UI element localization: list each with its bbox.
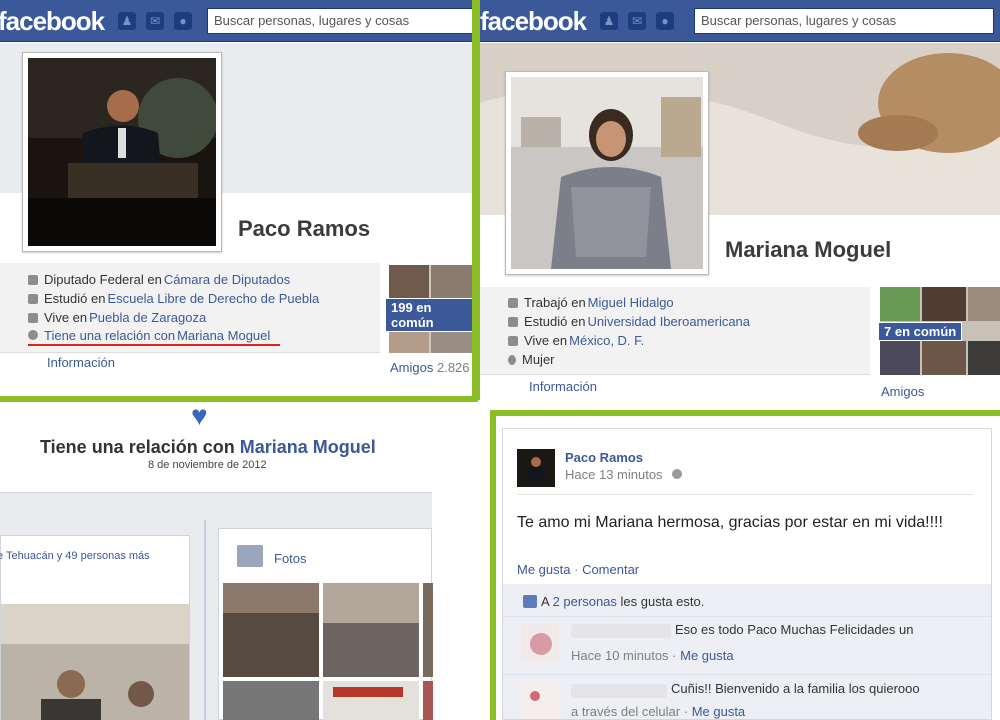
- photos-grid[interactable]: [223, 583, 433, 720]
- relationship-partner-link[interactable]: Mariana Moguel: [240, 437, 376, 457]
- comments-area: A 2 personas les gusta esto. Eso es todo…: [503, 584, 991, 720]
- commenter-name-blurred-2[interactable]: [571, 684, 667, 698]
- post-author[interactable]: Paco Ramos: [565, 450, 643, 465]
- person-icon: [508, 354, 516, 365]
- post-actions: Me gusta · Comentar: [517, 562, 640, 577]
- commenter-avatar-2[interactable]: [521, 682, 559, 720]
- post-divider: [517, 494, 973, 495]
- post-text: Te amo mi Mariana hermosa, gracias por e…: [517, 514, 943, 531]
- post-timestamp: Hace 13 minutos: [565, 467, 683, 482]
- profile-photo-image-2: [511, 77, 703, 269]
- relationship-title: Tiene una relación con Mariana Moguel: [40, 437, 376, 457]
- top-nav-bar-2: facebook ♟ ✉ ● Buscar personas, lugares …: [478, 0, 1000, 42]
- likes-summary: A 2 personas les gusta esto.: [523, 594, 704, 609]
- relationship-date: 8 de noviembre de 2012: [148, 459, 267, 471]
- profile-picture-2[interactable]: [505, 71, 709, 275]
- comment-text: Eso es todo Paco Muchas Felicidades un: [675, 622, 914, 637]
- information-link-2[interactable]: Información: [529, 379, 597, 394]
- notifications-icon-2[interactable]: ●: [656, 12, 674, 30]
- story-photo[interactable]: [1, 604, 189, 720]
- commenter-avatar[interactable]: [521, 624, 559, 662]
- audience-icon[interactable]: [672, 469, 683, 479]
- photos-icon: [237, 545, 263, 567]
- comment-item: Eso es todo Paco Muchas Felicidades un H…: [503, 620, 991, 672]
- info-location-2: Vive en México, D. F.: [508, 331, 750, 350]
- comment-meta: Hace 10 minutos · Me gusta: [571, 648, 734, 663]
- heart-icon-large: ♥: [191, 402, 208, 431]
- mariana-profile-panel: facebook ♟ ✉ ● Buscar personas, lugares …: [478, 0, 1000, 410]
- vertical-green-divider: [474, 0, 480, 400]
- mutual-friends-thumb-2[interactable]: 7 en común: [878, 287, 1000, 375]
- graduation-cap-icon-2: [508, 316, 518, 327]
- messages-icon-2[interactable]: ✉: [628, 12, 646, 30]
- info-gender: Mujer: [508, 350, 750, 369]
- comment-divider-2: [503, 674, 991, 675]
- friends-label-2[interactable]: Amigos: [881, 384, 924, 399]
- friend-requests-icon-2[interactable]: ♟: [600, 12, 618, 30]
- comment-like-button[interactable]: Me gusta: [680, 648, 733, 663]
- author-avatar[interactable]: [517, 449, 555, 487]
- comment-text-2: Cuñis!! Bienvenido a la familia los quie…: [671, 681, 920, 696]
- photos-label[interactable]: Fotos: [274, 551, 307, 566]
- story-card: e Tehuacán y 49 personas más: [0, 535, 190, 720]
- commenter-name-blurred[interactable]: [571, 624, 671, 638]
- info-location-link-2[interactable]: México, D. F.: [569, 333, 644, 348]
- comment-button[interactable]: Comentar: [582, 562, 639, 577]
- info-education-2: Estudió en Universidad Iberoamericana: [508, 312, 750, 331]
- thumbs-up-icon: [523, 595, 537, 608]
- comment-item-2: Cuñis!! Bienvenido a la familia los quie…: [503, 678, 991, 720]
- briefcase-icon-2: [508, 297, 518, 308]
- info-education-link-2[interactable]: Universidad Iberoamericana: [587, 314, 750, 329]
- story-tagged-text[interactable]: e Tehuacán y 49 personas más: [0, 550, 150, 562]
- post-panel: Paco Ramos Hace 13 minutos Te amo mi Mar…: [502, 428, 992, 720]
- search-input-2[interactable]: Buscar personas, lugares y cosas: [694, 8, 994, 34]
- comment-divider-1: [503, 616, 991, 617]
- mutual-count-badge-2[interactable]: 7 en común: [878, 322, 963, 341]
- profile-name-2[interactable]: Mariana Moguel: [725, 237, 891, 263]
- timeline-spine: [204, 520, 206, 720]
- paco-panel-frame: [0, 0, 478, 402]
- post-time[interactable]: Hace 13 minutos: [565, 467, 663, 482]
- info-work-link-2[interactable]: Miguel Hidalgo: [588, 295, 674, 310]
- photos-card: Fotos: [218, 528, 433, 720]
- facebook-logo-2[interactable]: facebook: [480, 6, 587, 37]
- relationship-panel: ♥ Tiene una relación con Mariana Moguel …: [0, 402, 480, 720]
- comment-like-button-2[interactable]: Me gusta: [692, 704, 745, 719]
- likers-link[interactable]: 2 personas: [553, 594, 617, 609]
- intro-list-2: Trabajó en Miguel Hidalgo Estudió en Uni…: [508, 293, 750, 369]
- comment-meta-2: a través del celular · Me gusta: [571, 704, 746, 719]
- home-icon-2: [508, 335, 518, 346]
- info-work-2: Trabajó en Miguel Hidalgo: [508, 293, 750, 312]
- like-button[interactable]: Me gusta: [517, 562, 570, 577]
